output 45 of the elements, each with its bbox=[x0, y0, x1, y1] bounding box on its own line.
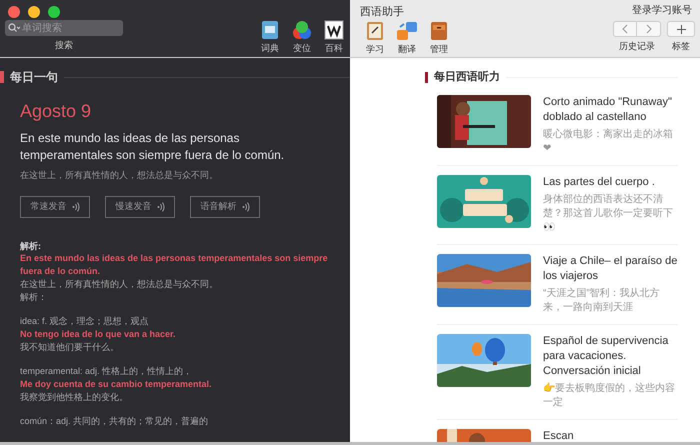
toolbar-button[interactable]: 变位 bbox=[288, 20, 316, 54]
bookmark-label: 标签 bbox=[672, 40, 690, 53]
toolbar-button[interactable]: 翻译 bbox=[393, 21, 421, 55]
window-title: 西语助手 bbox=[360, 4, 404, 20]
example-sentence: En este mundo las ideas de las personas temperamentales son siempre fuera de lo común. bbox=[20, 252, 329, 278]
analysis-text: 解析： bbox=[20, 290, 48, 304]
article-title: Escan bbox=[543, 428, 574, 442]
article-item[interactable]: Viaje a Chile– el paraíso de los viajeros “天涯之国”智利：我从北方来，一路向南到天涯 bbox=[437, 244, 678, 324]
analysis-text: 我察觉到他性格上的变化。 bbox=[20, 390, 129, 404]
article-subtitle: 身体部位的西语表达还不清楚？那这首儿歌你一定要听下👀 bbox=[543, 192, 674, 234]
analysis-text: 在这世上，所有真性情的人，想法总是与众不同。 bbox=[20, 278, 219, 290]
sentence-translation: 在这世上，所有真性情的人，想法总是与众不同。 bbox=[20, 169, 219, 182]
article-title: Español de supervivencia para vacaciones. Conversación inicial bbox=[543, 334, 670, 378]
article-title: Corto animado "Runaway" doblado al castellano bbox=[543, 94, 673, 124]
article-item[interactable]: Español de supervivencia para vacaciones. Conversación inicial 👉要去板鸭度假的，这些内容一定 bbox=[437, 324, 678, 420]
toolbar-button[interactable]: 百科 bbox=[320, 20, 348, 54]
analysis-heading: 解析: bbox=[20, 240, 42, 252]
article-title: Viaje a Chile– el paraíso de los viajeros bbox=[543, 254, 678, 284]
example-sentence: No tengo idea de lo que van a hacer. bbox=[20, 328, 177, 340]
toolbar-button[interactable]: 管理 bbox=[425, 21, 453, 55]
toolbar-button[interactable]: 词典 bbox=[256, 20, 284, 54]
audio-button[interactable]: 慢速发音 bbox=[105, 196, 175, 218]
audio-button[interactable]: 常速发音 bbox=[20, 196, 90, 218]
article-subtitle: 👉要去板鸭度假的，这些内容一定 bbox=[543, 382, 676, 410]
account-login-link[interactable]: 登录学习账号 bbox=[632, 3, 692, 18]
analysis-text: temperamental: adj. 性格上的，性情上的， bbox=[20, 364, 194, 378]
history-label: 历史记录 bbox=[619, 40, 655, 53]
toolbar-button[interactable]: 学习 bbox=[361, 21, 389, 55]
sentence-date: Agosto 9 bbox=[20, 100, 92, 122]
audio-button[interactable]: 语音解析 bbox=[190, 196, 260, 218]
article-item[interactable]: Las partes del cuerpo . 身体部位的西语表达还不清楚？那这首儿歌你一定要听下👀 bbox=[437, 166, 678, 244]
article-title: Las partes del cuerpo . bbox=[543, 174, 656, 190]
search-label: 搜索 bbox=[55, 39, 73, 52]
article-subtitle: “天涯之国”智利：我从北方来，一路向南到天涯 bbox=[543, 286, 661, 314]
article-subtitle: 暖心微电影：离家出走的冰箱❤ bbox=[543, 128, 674, 156]
section-heading: 每日西语听力 bbox=[434, 70, 500, 85]
search-field[interactable]: 单词搜索 bbox=[5, 20, 123, 36]
analysis-text: idea: f. 观念，理念；思想，观点 bbox=[20, 314, 150, 328]
analysis-text: 我不知道他们要干什么。 bbox=[20, 340, 120, 354]
analysis-text: común：adj. 共同的，共有的；常见的，普遍的 bbox=[20, 414, 210, 428]
article-item[interactable]: Escan bbox=[437, 420, 678, 442]
example-sentence: Me doy cuenta de su cambio temperamental. bbox=[20, 378, 213, 390]
article-item[interactable]: Corto animado "Runaway" doblado al castellano 暖心微电影：离家出走的冰箱❤ bbox=[437, 92, 678, 166]
daily-sentence: En este mundo las ideas de las personas temperamentales son siempre fuera de lo común. bbox=[20, 130, 286, 164]
section-heading: 每日一句 bbox=[10, 69, 58, 86]
